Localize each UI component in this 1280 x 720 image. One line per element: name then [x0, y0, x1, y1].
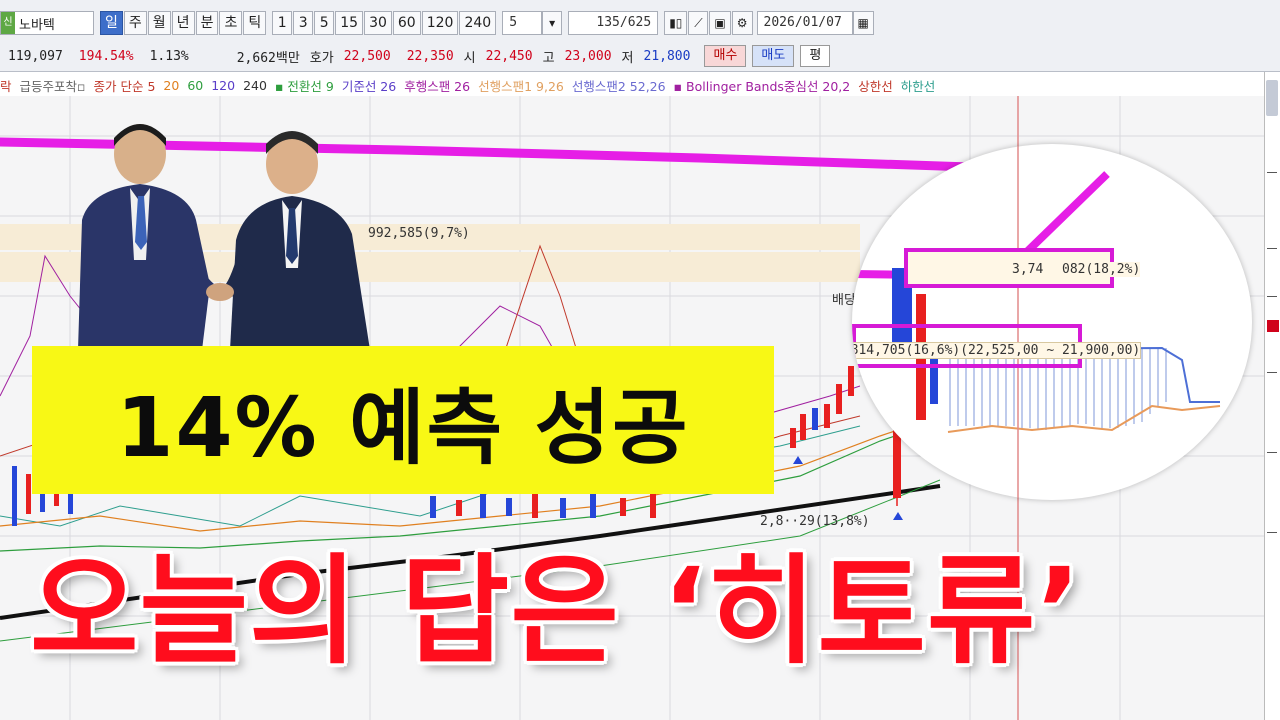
zoom-canvas	[852, 144, 1221, 500]
open-price: 22,450	[485, 48, 533, 64]
legend-item[interactable]: 상한선	[858, 76, 893, 95]
period-button-year[interactable]: 년	[171, 11, 195, 35]
sell-button[interactable]: 매도	[752, 45, 795, 67]
buy-button[interactable]: 매수	[704, 45, 747, 67]
high-price: 23,000	[564, 48, 612, 64]
period-button-week[interactable]: 주	[123, 11, 147, 35]
current-price-marker	[1267, 320, 1279, 332]
legend-item[interactable]: 락	[0, 76, 12, 95]
volume-value: 119,097	[8, 48, 63, 64]
target-value-2: 3,814,705(16,6%)(22,525,00 ~ 21,900,00)	[852, 342, 1142, 359]
legend-item[interactable]: 급등주포착▫	[20, 76, 86, 95]
period-button-month[interactable]: 월	[147, 11, 171, 35]
period-button-tick[interactable]: 틱	[243, 11, 267, 35]
interval-button-60[interactable]: 60	[392, 11, 421, 35]
symbol-name: 노바텍	[19, 17, 55, 33]
calendar-icon[interactable]: ▦	[852, 11, 874, 35]
target-tail-1: 082(18,2%)	[1062, 262, 1141, 277]
legend-item[interactable]: ▪ 전환선 9	[275, 76, 334, 95]
legend-item[interactable]: 선행스팬2 52,26	[572, 76, 666, 95]
gear-icon[interactable]: ⚙	[731, 11, 753, 35]
volume-change-value: 194.54%	[78, 48, 134, 64]
legend-item[interactable]: 60	[187, 78, 203, 93]
quote-row: 119,097 194.54% 1.13% 2,662백만 호가 22,500 …	[0, 44, 831, 68]
symbol-selector[interactable]: 신 노바텍	[0, 11, 94, 35]
ask-label: 호가	[309, 50, 334, 66]
legend-item[interactable]: 후행스팬 26	[404, 76, 470, 95]
indicator-legend: 락 급등주포착▫ 종가 단순 5 20 60 120 240 ▪ 전환선 9 기…	[0, 74, 1270, 96]
interval-button-120[interactable]: 120	[421, 11, 459, 35]
amount-value: 2,662백만	[236, 50, 300, 66]
handshake-illustration	[78, 124, 370, 350]
period-button-day[interactable]: 일	[100, 11, 123, 35]
period-button-minute[interactable]: 분	[195, 11, 219, 35]
candle-style-icon[interactable]: ▮▯	[664, 11, 688, 35]
chart-toolbar: 신 노바텍 일 주 월 년 분 초 틱 1 3 5 15 30 60 120 2…	[0, 0, 1280, 72]
leaders-handshake-photo	[70, 110, 380, 350]
legend-item[interactable]: 240	[243, 78, 267, 93]
legend-item[interactable]: ▪ Bollinger Bands중심선 20,2	[674, 76, 851, 95]
period-button-second[interactable]: 초	[219, 11, 243, 35]
drawing-tool-icon[interactable]: ⟋	[688, 11, 709, 35]
zoom-magnifier: 3,74 082(18,2%) 3,814,705(16,6%)(22,525,…	[852, 144, 1252, 500]
price-axis[interactable]	[1264, 72, 1280, 720]
legend-item[interactable]: 하한선	[901, 76, 936, 95]
chevron-down-icon[interactable]: ▾	[542, 11, 563, 35]
legend-item[interactable]: 종가 단순 5	[94, 76, 156, 95]
date-field[interactable]: 2026/01/07	[756, 11, 853, 35]
prediction-caption-box: 14% 예측 성공	[32, 346, 774, 494]
interval-button-30[interactable]: 30	[364, 11, 392, 35]
target-value-1: 3,74	[1012, 262, 1044, 277]
scroll-handle[interactable]	[1266, 80, 1278, 116]
low-label: 저	[621, 50, 634, 66]
symbol-flag-badge: 신	[1, 12, 15, 34]
range-annotation: 992,585(9,7%)	[368, 226, 470, 241]
headline-title: 오늘의 답은 ‘히토류’	[30, 541, 1083, 680]
low-price: 21,800	[643, 48, 691, 64]
legend-item[interactable]: 120	[211, 78, 235, 93]
legend-item[interactable]: 기준선 26	[342, 76, 396, 95]
interval-button-15[interactable]: 15	[335, 11, 364, 35]
interval-button-240[interactable]: 240	[459, 11, 497, 35]
interval-button-3[interactable]: 3	[293, 11, 314, 35]
prediction-caption: 14% 예측 성공	[116, 380, 690, 476]
toolbar-row-controls: 신 노바텍 일 주 월 년 분 초 틱 1 3 5 15 30 60 120 2…	[0, 10, 875, 36]
interval-button-1[interactable]: 1	[272, 11, 293, 35]
high-label: 고	[542, 50, 555, 66]
count-select[interactable]: 5	[502, 11, 543, 35]
turnover-value: 1.13%	[149, 48, 189, 64]
legend-item[interactable]: 선행스팬1 9,26	[478, 76, 564, 95]
page-counter: 135/625	[568, 11, 659, 35]
count-value: 5	[509, 15, 518, 30]
leading-span1-line	[947, 404, 1221, 433]
interval-button-5[interactable]: 5	[314, 11, 335, 35]
save-icon[interactable]: ▣	[709, 11, 731, 35]
headline-box: 오늘의 답은 ‘히토류’	[30, 515, 1180, 685]
legend-item[interactable]: 20	[163, 78, 179, 93]
ask-price: 22,500	[343, 48, 391, 64]
bid-price: 22,350	[406, 48, 454, 64]
average-button[interactable]: 평	[800, 45, 831, 67]
open-label: 시	[463, 50, 476, 66]
